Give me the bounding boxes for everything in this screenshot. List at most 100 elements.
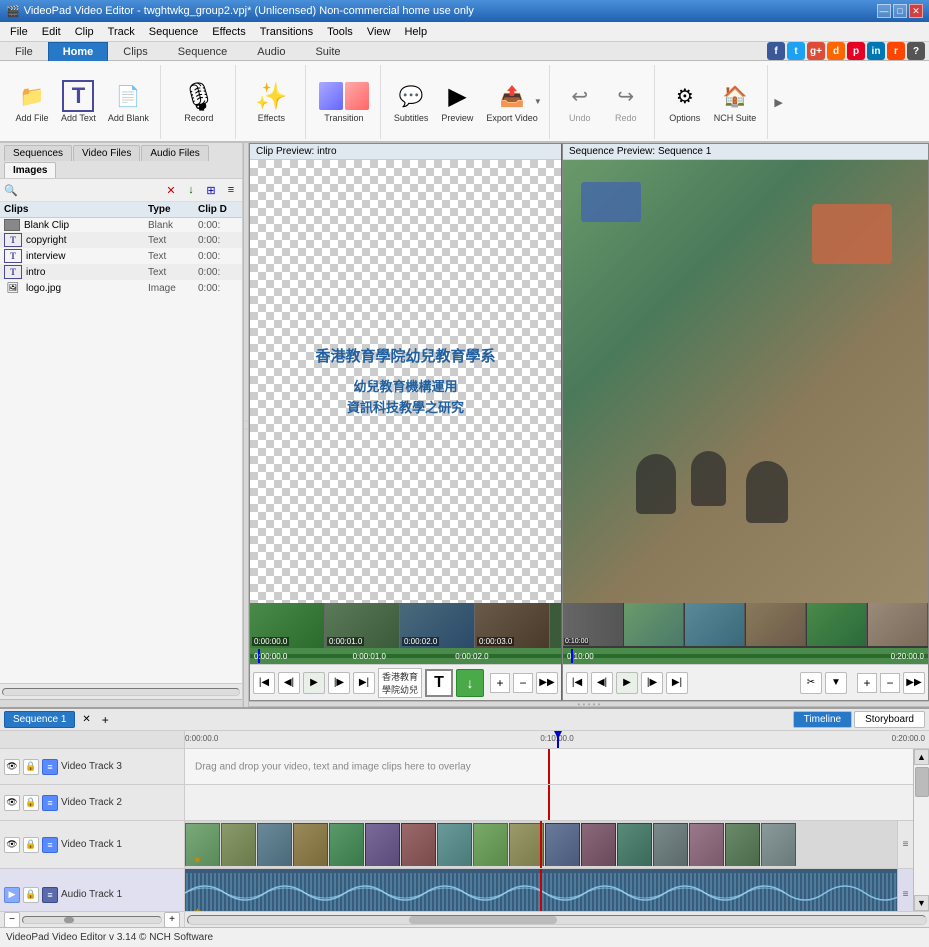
track-content-video2[interactable] <box>185 785 913 820</box>
tab-timeline[interactable]: Timeline <box>793 711 852 728</box>
social-digg[interactable]: d <box>827 42 845 60</box>
tab-audio[interactable]: Audio <box>242 42 300 61</box>
titlebar-controls[interactable]: — □ ✕ <box>877 4 923 18</box>
track-visibility-video1[interactable]: 👁 <box>4 837 20 853</box>
transition-button[interactable]: Transition <box>314 76 374 128</box>
seq-scissors-button[interactable]: ✂ <box>800 672 822 694</box>
text-overlay-button[interactable]: T <box>425 669 453 697</box>
clips-list-button[interactable]: ≡ <box>222 181 240 199</box>
tab-video-files[interactable]: Video Files <box>73 145 140 161</box>
options-button[interactable]: ⚙ Options <box>663 76 707 128</box>
skip-end-button[interactable]: ▶| <box>353 672 375 694</box>
menu-clip[interactable]: Clip <box>69 24 100 40</box>
sequence-tab[interactable]: Sequence 1 <box>4 711 75 728</box>
track-content-audio1[interactable]: ★ <box>185 869 897 911</box>
list-item[interactable]: 🖼 logo.jpg Image 0:00: <box>0 280 242 296</box>
ribbon-more-button[interactable]: ▶ <box>770 65 786 139</box>
track-options-audio1[interactable]: ≡ <box>897 869 913 911</box>
left-panel-scrollbar[interactable] <box>0 683 242 699</box>
track-visibility-video3[interactable]: 👁 <box>4 759 20 775</box>
list-item[interactable]: T intro Text 0:00: <box>0 264 242 280</box>
nch-suite-button[interactable]: 🏠 NCH Suite <box>709 76 762 128</box>
clips-delete-button[interactable]: ✕ <box>162 181 180 199</box>
left-panel-resize-handle[interactable] <box>0 699 242 707</box>
social-google[interactable]: g+ <box>807 42 825 60</box>
menu-effects[interactable]: Effects <box>206 24 251 40</box>
menu-sequence[interactable]: Sequence <box>143 24 205 40</box>
social-pinterest[interactable]: p <box>847 42 865 60</box>
close-button[interactable]: ✕ <box>909 4 923 18</box>
tab-clips[interactable]: Clips <box>108 42 162 61</box>
social-linkedin[interactable]: in <box>867 42 885 60</box>
track-mute-video3[interactable]: ≡ <box>42 759 58 775</box>
play-button[interactable]: ▶ <box>303 672 325 694</box>
track-mute-video2[interactable]: ≡ <box>42 795 58 811</box>
track-mute-audio1[interactable]: ≡ <box>42 887 58 903</box>
seq-skip-start-button[interactable]: |◀ <box>566 672 588 694</box>
clips-add-button[interactable]: ↓ <box>182 181 200 199</box>
zoom-out-timeline[interactable]: − <box>4 912 20 928</box>
seq-zoom-in-button[interactable]: + <box>857 673 877 693</box>
zoom-in-timeline[interactable]: + <box>164 912 180 928</box>
effects-button[interactable]: ✨ Effects <box>244 76 299 128</box>
maximize-button[interactable]: □ <box>893 4 907 18</box>
menu-track[interactable]: Track <box>102 24 141 40</box>
add-text-button[interactable]: T Add Text <box>56 76 101 128</box>
seq-more-button[interactable]: ▶▶ <box>903 672 925 694</box>
timeline-hscroll-thumb[interactable] <box>409 916 557 924</box>
menu-edit[interactable]: Edit <box>36 24 67 40</box>
zoom-out-button[interactable]: − <box>513 673 533 693</box>
subtitles-button[interactable]: 💬 Subtitles <box>389 76 434 128</box>
tab-home[interactable]: Home <box>48 42 109 61</box>
menu-file[interactable]: File <box>4 24 34 40</box>
tab-suite[interactable]: Suite <box>300 42 355 61</box>
track-options-video1[interactable]: ≡ <box>897 821 913 868</box>
step-forward-button[interactable]: |▶ <box>328 672 350 694</box>
tab-storyboard[interactable]: Storyboard <box>854 711 925 728</box>
zoom-slider-thumb[interactable] <box>64 917 74 923</box>
add-blank-button[interactable]: 📄 Add Blank <box>103 76 154 128</box>
seq-play-button[interactable]: ▶ <box>616 672 638 694</box>
track-mute-video1[interactable]: ≡ <box>42 837 58 853</box>
step-back-button[interactable]: ◀| <box>278 672 300 694</box>
tab-sequence[interactable]: Sequence <box>163 42 243 61</box>
skip-start-button[interactable]: |◀ <box>253 672 275 694</box>
seq-skip-end-button[interactable]: ▶| <box>666 672 688 694</box>
track-lock-video3[interactable]: 🔒 <box>23 759 39 775</box>
tab-audio-files[interactable]: Audio Files <box>141 145 208 161</box>
track-lock-video1[interactable]: 🔒 <box>23 837 39 853</box>
track-content-video3[interactable]: Drag and drop your video, text and image… <box>185 749 913 784</box>
zoom-slider[interactable] <box>22 916 162 924</box>
tab-sequences[interactable]: Sequences <box>4 145 72 161</box>
list-item[interactable]: T interview Text 0:00: <box>0 248 242 264</box>
zoom-in-button[interactable]: + <box>490 673 510 693</box>
record-button[interactable]: 🎙 Record <box>169 76 229 128</box>
track-visibility-video2[interactable]: 👁 <box>4 795 20 811</box>
vscroll-up-btn[interactable]: ▲ <box>914 749 929 765</box>
menu-view[interactable]: View <box>361 24 397 40</box>
tab-images[interactable]: Images <box>4 162 56 178</box>
social-reddit[interactable]: r <box>887 42 905 60</box>
clips-search-icon[interactable]: 🔍 <box>2 181 20 199</box>
timeline-hscroll-track[interactable] <box>187 915 927 925</box>
seq-zoom-out-button[interactable]: − <box>880 673 900 693</box>
list-item[interactable]: T copyright Text 0:00: <box>0 232 242 248</box>
track-visibility-audio1[interactable]: ▶ <box>4 887 20 903</box>
seq-step-forward-button[interactable]: |▶ <box>641 672 663 694</box>
seq-step-back-button[interactable]: ◀| <box>591 672 613 694</box>
menu-help[interactable]: Help <box>398 24 433 40</box>
redo-button[interactable]: ↪ Redo <box>604 76 648 128</box>
social-twitter[interactable]: t <box>787 42 805 60</box>
tracks-vscrollbar[interactable]: ▲ ▼ <box>913 749 929 911</box>
clips-view-button[interactable]: ⊞ <box>202 181 220 199</box>
seq-scissors-dropdown[interactable]: ▼ <box>825 672 847 694</box>
minimize-button[interactable]: — <box>877 4 891 18</box>
track-lock-audio1[interactable]: 🔒 <box>23 887 39 903</box>
preview-button[interactable]: ▶ Preview <box>435 76 479 128</box>
list-item[interactable]: Blank Clip Blank 0:00: <box>0 218 242 232</box>
track-content-video1[interactable]: ★ <box>185 821 897 868</box>
undo-button[interactable]: ↩ Undo <box>558 76 602 128</box>
vscroll-track[interactable] <box>914 765 929 895</box>
social-facebook[interactable]: f <box>767 42 785 60</box>
menu-transitions[interactable]: Transitions <box>254 24 319 40</box>
